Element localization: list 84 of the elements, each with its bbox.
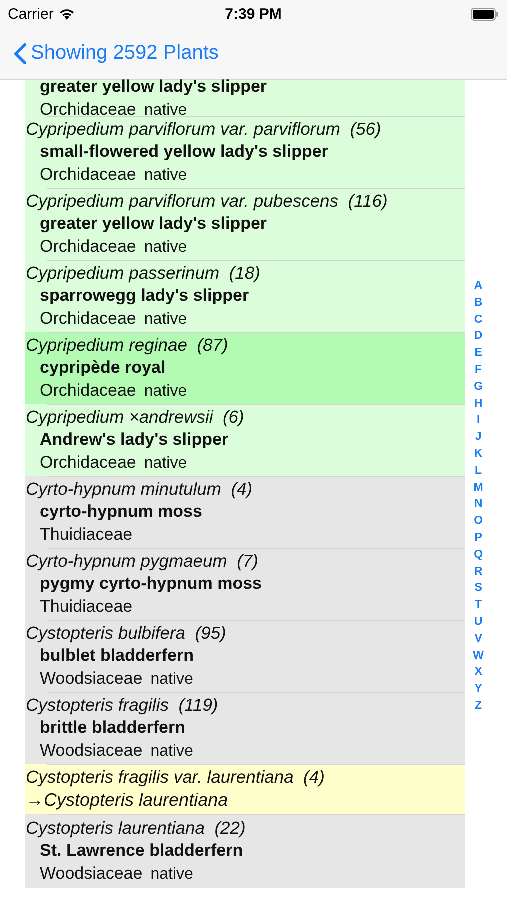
plant-row[interactable]: Cypripedium ×andrewsii (6) Andrew's lady's slipper Orchidaceae native <box>25 404 465 476</box>
family-name: Orchidaceae <box>40 452 136 474</box>
index-letter[interactable]: P <box>474 530 482 547</box>
common-name: pygmy cyrto-hypnum moss <box>40 573 262 595</box>
plant-row[interactable]: Cyrto-hypnum pygmaeum (7) pygmy cyrto-hypnum moss Thuidiaceae <box>25 548 465 620</box>
scientific-name: Cypripedium parviflorum var. parviflorum (56) <box>26 118 382 140</box>
index-letter[interactable]: R <box>474 564 483 580</box>
family-name: Woodsiaceae <box>40 740 143 762</box>
scientific-name: Cystopteris bulbifera (95) <box>26 622 226 644</box>
plant-row[interactable]: Cystopteris fragilis var. laurentiana (4) →Cystopteris laurentiana <box>25 764 465 814</box>
index-letter[interactable]: W <box>473 648 484 664</box>
index-letter[interactable]: C <box>474 312 483 328</box>
index-letter[interactable]: F <box>475 362 482 379</box>
plant-row[interactable]: Cypripedium reginae (87) cypripède royal Orchidaceae native <box>25 332 465 404</box>
index-letter[interactable]: D <box>474 328 483 346</box>
common-name: bulblet bladderfern <box>40 644 194 666</box>
family-name: Orchidaceae <box>40 236 136 258</box>
scientific-name: Cypripedium passerinum (18) <box>26 262 260 284</box>
chevron-left-icon <box>14 42 27 64</box>
plant-row[interactable]: Cystopteris fragilis (119) brittle bladderfern Woodsiaceae native <box>25 692 465 764</box>
plant-row[interactable]: Cystopteris laurentiana (22) St. Lawrence bladderfern Woodsiaceae native <box>25 814 465 888</box>
common-name: small-flowered yellow lady's slipper <box>40 140 328 162</box>
status-label: native <box>150 742 194 762</box>
common-name: cypripède royal <box>40 356 166 378</box>
battery-icon <box>471 8 499 20</box>
status-label: native <box>144 310 188 330</box>
scientific-name: Cystopteris laurentiana (22) <box>26 817 246 839</box>
index-letter[interactable]: U <box>474 614 483 631</box>
index-letter[interactable]: A <box>474 278 483 295</box>
common-name: Andrew's lady's slipper <box>40 428 229 450</box>
index-letter[interactable]: N <box>474 496 483 514</box>
family-name: Thuidiaceae <box>40 596 133 618</box>
family-name: Woodsiaceae <box>40 668 143 690</box>
scientific-name: Cypripedium reginae (87) <box>26 334 228 356</box>
scientific-name: Cypripedium ×andrewsii (6) <box>26 406 244 428</box>
scientific-name: Cystopteris fragilis (119) <box>26 694 218 716</box>
common-name: cyrto-hypnum moss <box>40 501 202 523</box>
index-letter[interactable]: H <box>474 396 483 412</box>
scientific-name: Cypripedium parviflorum var. pubescens (116) <box>26 190 388 212</box>
wifi-icon <box>58 8 75 20</box>
plant-row[interactable]: Cystopteris bulbifera (95) bulblet bladderfern Woodsiaceae native <box>25 620 465 692</box>
index-letter[interactable]: Y <box>474 681 482 698</box>
status-label: native <box>144 454 188 474</box>
family-name: Orchidaceae <box>40 380 136 402</box>
index-letter[interactable]: B <box>474 294 483 312</box>
index-letter[interactable]: L <box>475 462 482 480</box>
status-label: native <box>144 238 188 258</box>
plant-row[interactable]: greater yellow lady's slipper Orchidaceae native <box>25 80 465 116</box>
status-label: native <box>150 670 194 690</box>
index-letter[interactable]: K <box>474 446 483 463</box>
index-letter[interactable]: G <box>474 378 484 396</box>
family-name: Thuidiaceae <box>40 524 133 546</box>
index-letter[interactable]: E <box>474 345 482 362</box>
index-letter[interactable]: J <box>475 429 482 446</box>
scientific-name: Cystopteris fragilis var. laurentiana (4) <box>26 766 325 788</box>
family-name: Orchidaceae <box>40 308 136 330</box>
plant-row[interactable]: Cypripedium parviflorum var. parviflorum (56) small-flowered yellow lady's slipper Orchidaceae native <box>25 116 465 188</box>
status-label: native <box>150 865 194 885</box>
family-name: Orchidaceae <box>40 164 136 186</box>
index-letter[interactable]: T <box>475 597 482 614</box>
index-letter[interactable]: I <box>476 412 480 430</box>
index-letter[interactable]: S <box>474 580 482 598</box>
index-letter[interactable]: O <box>474 513 484 530</box>
scientific-name: Cyrto-hypnum pygmaeum (7) <box>26 550 258 572</box>
plant-row[interactable]: Cyrto-hypnum minutulum (4) cyrto-hypnum moss Thuidiaceae <box>25 476 465 548</box>
common-name: brittle bladderfern <box>40 716 186 738</box>
index-letter[interactable]: Q <box>474 546 484 564</box>
index-letter[interactable]: M <box>474 480 484 496</box>
carrier-label: Carrier <box>8 6 54 22</box>
index-letter[interactable]: X <box>474 664 482 682</box>
family-name: Woodsiaceae <box>40 863 143 885</box>
status-label: native <box>144 382 188 402</box>
common-name: greater yellow lady's slipper <box>40 212 268 234</box>
plant-row[interactable]: Cypripedium passerinum (18) sparrowegg lady's slipper Orchidaceae native <box>25 260 465 332</box>
synonym-target: →Cystopteris laurentiana <box>26 789 228 812</box>
index-letter[interactable]: Z <box>475 698 482 715</box>
scientific-name: Cyrto-hypnum minutulum (4) <box>26 478 253 500</box>
common-name: St. Lawrence bladderfern <box>40 840 244 862</box>
status-label: native <box>144 166 188 186</box>
clock-time: 7:39 PM <box>225 6 282 22</box>
index-letter[interactable]: V <box>474 630 482 648</box>
back-button[interactable]: Showing 2592 Plants <box>14 42 219 65</box>
common-name: sparrowegg lady's slipper <box>40 284 250 306</box>
plant-row[interactable]: Cypripedium parviflorum var. pubescens (116) greater yellow lady's slipper Orchidaceae native <box>25 188 465 260</box>
